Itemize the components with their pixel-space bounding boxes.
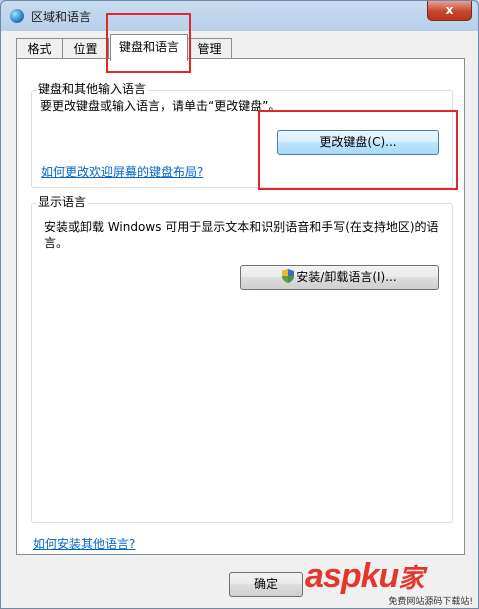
- keyboard-group-label: 键盘和其他输入语言: [36, 80, 149, 97]
- watermark-caption: 免费网站源码下载站!: [388, 597, 473, 607]
- welcome-keyboard-layout-link[interactable]: 如何更改欢迎屏幕的键盘布局?: [41, 163, 203, 180]
- install-uninstall-languages-label: 安装/卸载语言(I)...: [296, 270, 397, 284]
- install-uninstall-languages-button[interactable]: 安装/卸载语言(I)...: [240, 265, 439, 290]
- close-button[interactable]: x: [427, 1, 472, 21]
- keyboard-description: 要更改键盘或输入语言，请单击“更改键盘”。: [40, 99, 281, 113]
- display-language-description-line2: 言。: [44, 236, 69, 250]
- watermark-logo: aspku: [305, 557, 399, 595]
- title-bar[interactable]: 区域和语言 x: [1, 1, 478, 31]
- tab-keyboards-languages[interactable]: 键盘和语言: [110, 34, 188, 61]
- ok-button[interactable]: 确定: [229, 572, 303, 597]
- display-language-group: [31, 203, 453, 523]
- display-language-group-label: 显示语言: [36, 193, 89, 210]
- tab-format[interactable]: 格式: [16, 38, 63, 59]
- display-language-description-line1: 安装或卸载 Windows 可用于显示文本和识别语音和手写(在支持地区)的语: [44, 220, 439, 234]
- tab-location[interactable]: 位置: [62, 38, 109, 59]
- uac-shield-icon: [282, 269, 295, 283]
- site-watermark: aspku家 免费网站源码下载站!: [305, 557, 475, 607]
- install-more-languages-link[interactable]: 如何安装其他语言?: [33, 535, 135, 552]
- watermark-logo-suffix: 家: [398, 563, 424, 593]
- globe-icon: [10, 9, 24, 23]
- tab-panel: 键盘和其他输入语言 要更改键盘或输入语言，请单击“更改键盘”。 更改键盘(C).…: [16, 58, 465, 555]
- tab-administrative[interactable]: 管理: [187, 38, 232, 59]
- window-title: 区域和语言: [31, 10, 92, 24]
- change-keyboards-button[interactable]: 更改键盘(C)...: [277, 130, 439, 155]
